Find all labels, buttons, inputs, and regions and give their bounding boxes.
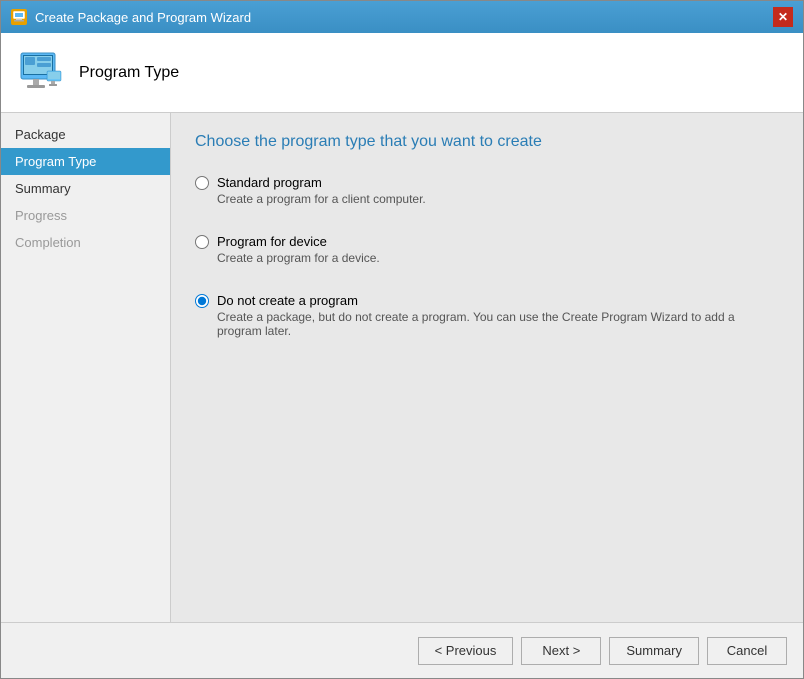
body: Package Program Type Summary Progress Co…: [1, 113, 803, 622]
app-icon: [11, 9, 27, 25]
next-button[interactable]: Next >: [521, 637, 601, 665]
radio-label-none[interactable]: Do not create a program: [217, 293, 358, 308]
radio-option-none: Do not create a program Create a package…: [195, 293, 779, 338]
radio-desc-standard: Create a program for a client computer.: [217, 192, 779, 206]
footer: < Previous Next > Summary Cancel: [1, 622, 803, 678]
radio-desc-device: Create a program for a device.: [217, 251, 779, 265]
main-content: Choose the program type that you want to…: [171, 113, 803, 622]
close-button[interactable]: ✕: [773, 7, 793, 27]
header-section: Program Type: [1, 33, 803, 113]
sidebar-item-summary[interactable]: Summary: [1, 175, 170, 202]
sidebar-item-program-type[interactable]: Program Type: [1, 148, 170, 175]
sidebar-item-progress[interactable]: Progress: [1, 202, 170, 229]
radio-group: Standard program Create a program for a …: [195, 175, 779, 338]
radio-label-row-none: Do not create a program: [195, 293, 779, 308]
radio-label-row-device: Program for device: [195, 234, 779, 249]
header-title: Program Type: [79, 64, 179, 82]
main-title: Choose the program type that you want to…: [195, 133, 779, 151]
sidebar-item-package[interactable]: Package: [1, 121, 170, 148]
radio-label-device[interactable]: Program for device: [217, 234, 327, 249]
radio-label-row-standard: Standard program: [195, 175, 779, 190]
radio-option-device: Program for device Create a program for …: [195, 234, 779, 265]
title-text: Create Package and Program Wizard: [35, 10, 251, 25]
radio-device[interactable]: [195, 235, 209, 249]
radio-none[interactable]: [195, 294, 209, 308]
radio-standard[interactable]: [195, 176, 209, 190]
wizard-window: Create Package and Program Wizard ✕: [0, 0, 804, 679]
title-bar: Create Package and Program Wizard ✕: [1, 1, 803, 33]
sidebar: Package Program Type Summary Progress Co…: [1, 113, 171, 622]
title-bar-left: Create Package and Program Wizard: [11, 9, 251, 25]
summary-button[interactable]: Summary: [609, 637, 699, 665]
previous-button[interactable]: < Previous: [418, 637, 514, 665]
radio-desc-none: Create a package, but do not create a pr…: [217, 310, 779, 338]
cancel-button[interactable]: Cancel: [707, 637, 787, 665]
sidebar-item-completion[interactable]: Completion: [1, 229, 170, 256]
radio-label-standard[interactable]: Standard program: [217, 175, 322, 190]
computer-icon: [17, 49, 65, 97]
radio-option-standard: Standard program Create a program for a …: [195, 175, 779, 206]
